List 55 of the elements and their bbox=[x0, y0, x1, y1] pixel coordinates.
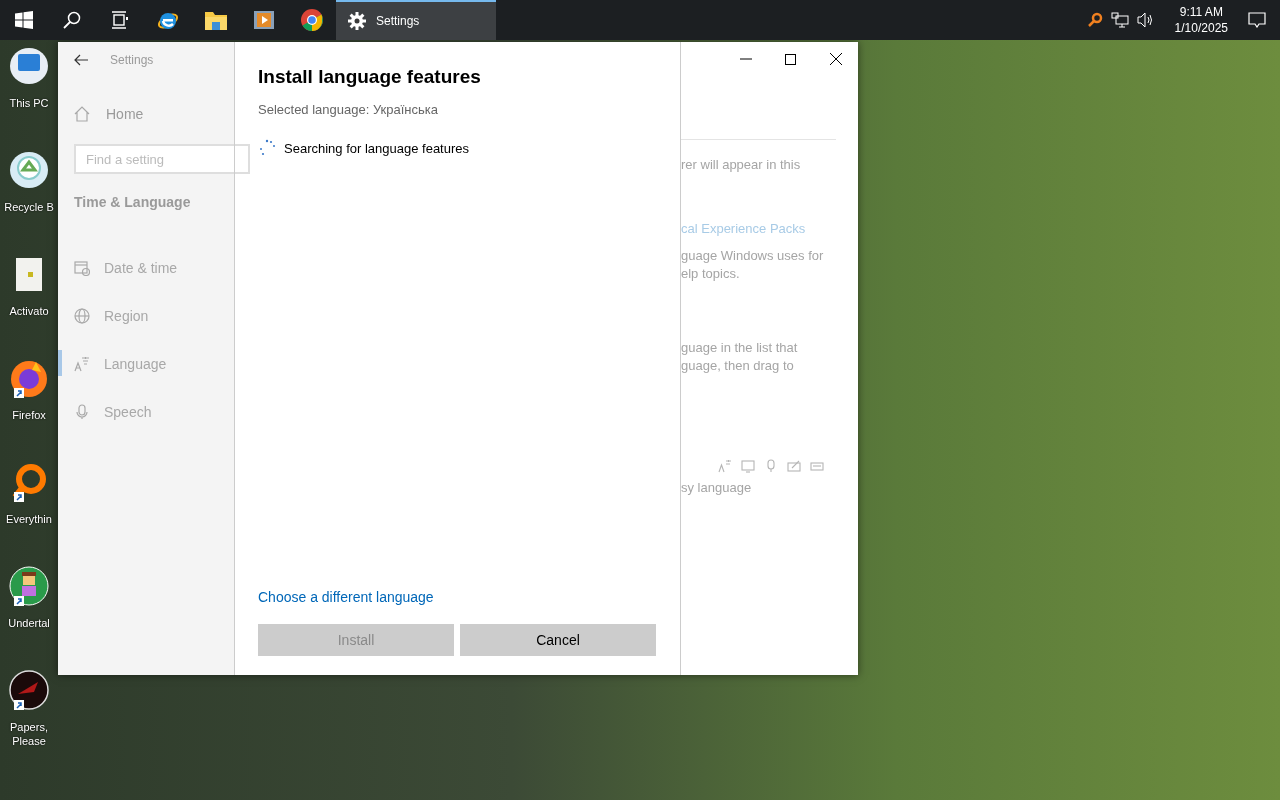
language-icon bbox=[74, 356, 90, 372]
spinner-icon bbox=[258, 139, 276, 157]
choose-language-link[interactable]: Choose a different language bbox=[258, 589, 434, 605]
microphone-icon bbox=[764, 459, 778, 473]
desktop-icon-label[interactable]: This PC bbox=[9, 96, 49, 110]
body-text: guage in the list that bbox=[681, 339, 799, 357]
language-icon bbox=[718, 459, 732, 473]
app-label: Settings bbox=[376, 14, 420, 28]
desktop-icon-label[interactable]: Activato bbox=[9, 304, 49, 318]
dialog-button[interactable]: Cancel bbox=[460, 624, 656, 656]
status-text: Searching for language features bbox=[284, 140, 469, 156]
maximize-icon[interactable] bbox=[785, 53, 796, 65]
display-icon bbox=[741, 459, 755, 473]
body-text: elp topics. bbox=[681, 265, 741, 283]
network-icon[interactable] bbox=[1110, 12, 1129, 28]
microphone-icon bbox=[74, 404, 90, 420]
home-icon bbox=[74, 106, 90, 122]
desktop-icon-label[interactable]: Papers, Please bbox=[1, 720, 57, 748]
pixel-character-icon bbox=[8, 566, 50, 606]
desktop-icon-label[interactable]: Everythin bbox=[6, 512, 52, 526]
back-arrow-icon[interactable] bbox=[74, 54, 88, 66]
game-icon bbox=[8, 670, 50, 710]
chrome-icon[interactable] bbox=[300, 8, 324, 32]
notification-icon[interactable] bbox=[1248, 12, 1266, 28]
search-icon[interactable] bbox=[63, 11, 81, 29]
speaker-icon[interactable] bbox=[1136, 12, 1155, 28]
dialog-title: Install language features bbox=[258, 66, 482, 88]
calendar-clock-icon bbox=[74, 260, 90, 276]
section-heading: Time & Language bbox=[74, 194, 192, 212]
handwriting-icon bbox=[787, 459, 801, 473]
keyboard-icon bbox=[810, 459, 824, 473]
window-title: Settings bbox=[110, 53, 154, 67]
body-text: guage, then drag to bbox=[681, 357, 795, 375]
body-text: rer will appear in this bbox=[681, 156, 802, 174]
taskbar-app-button[interactable]: Settings bbox=[336, 0, 496, 40]
selected-language-text: Selected language: Українська bbox=[258, 102, 439, 117]
globe-icon bbox=[74, 308, 90, 324]
monitor-icon bbox=[8, 46, 50, 86]
minimize-icon[interactable] bbox=[739, 58, 752, 60]
search-field[interactable]: Find a setting bbox=[74, 144, 250, 174]
body-text: sy language bbox=[681, 479, 753, 497]
clock[interactable]: 9:11 AM 1/10/2025 bbox=[1162, 4, 1240, 36]
media-player-icon[interactable] bbox=[253, 9, 275, 31]
folder-icon[interactable] bbox=[204, 9, 228, 31]
gear-icon bbox=[348, 12, 366, 30]
firefox-icon bbox=[8, 358, 50, 398]
desktop-icon-label[interactable]: Undertal bbox=[8, 616, 50, 630]
desktop-icon-label[interactable]: Firefox bbox=[12, 408, 46, 422]
desktop-icon-label[interactable]: Recycle B bbox=[4, 200, 54, 214]
body-text: guage Windows uses for bbox=[681, 247, 825, 265]
windows-logo-icon[interactable] bbox=[15, 11, 33, 29]
magnifier-tray-icon[interactable] bbox=[1086, 12, 1103, 28]
close-icon[interactable] bbox=[829, 53, 842, 65]
recycle-bin-icon bbox=[8, 150, 50, 190]
task-view-icon[interactable] bbox=[111, 11, 129, 29]
